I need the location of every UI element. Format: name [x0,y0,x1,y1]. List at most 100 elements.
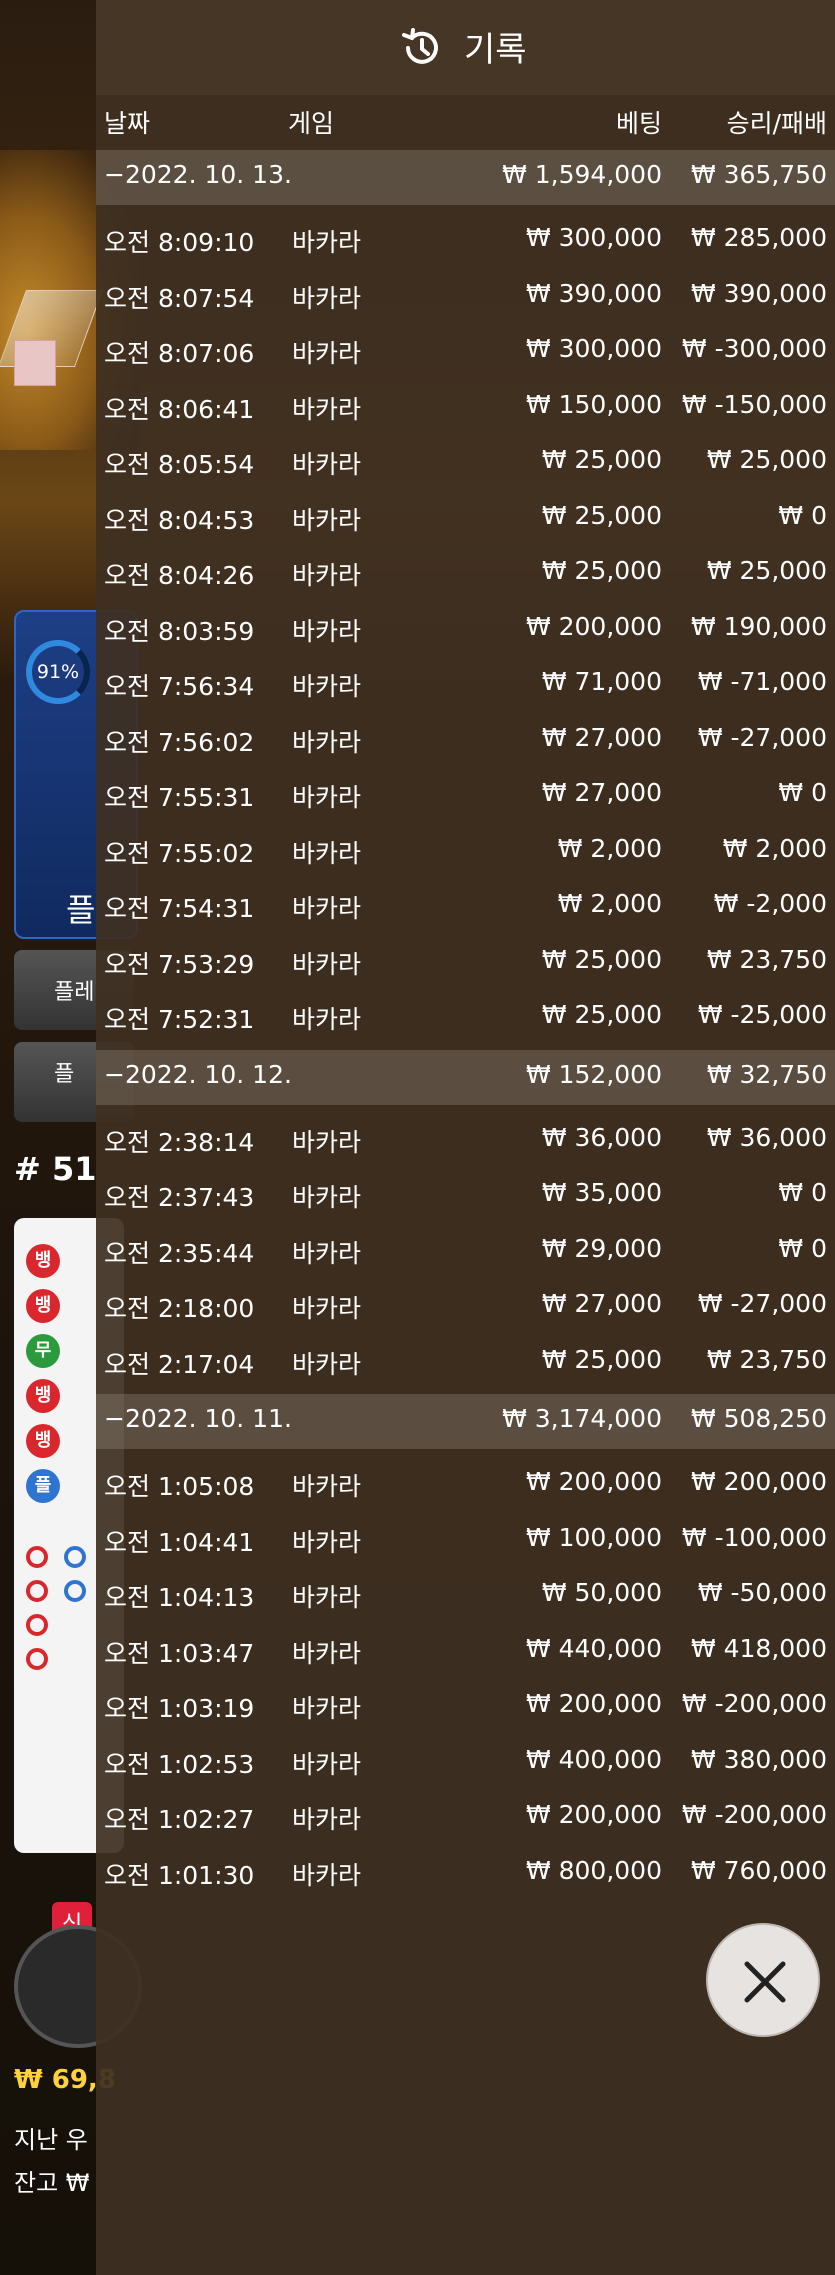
row-time: 오전 8:05:54 [104,450,255,479]
row-bet: ₩ 25,000 [541,445,662,474]
row-result: ₩ 0 [778,1178,827,1207]
group-date: −2022. 10. 13. [104,160,292,189]
row-result: ₩ -25,000 [697,1000,827,1029]
row-game: 바카라 [292,505,362,535]
row-bet: ₩ 200,000 [525,1800,662,1829]
row-game: 바카라 [292,894,362,923]
row-game: 바카라 [292,1349,362,1379]
table-row[interactable]: 오전 2:37:43 바카라 ₩ 35,000 ₩ 0 [96,1168,835,1223]
table-row[interactable]: 오전 7:53:29 바카라 ₩ 25,000 ₩ 23,750 [96,935,835,990]
road-mark [26,1648,48,1670]
row-time: 오전 1:02:53 [104,1749,255,1779]
row-time: 오전 1:03:19 [104,1694,255,1723]
row-game: 바카라 [292,1638,362,1668]
table-row[interactable]: 오전 8:07:54 바카라 ₩ 390,000 ₩ 390,000 [96,269,835,324]
row-result: ₩ 0 [778,778,827,807]
row-result: ₩ -50,000 [697,1578,827,1607]
group-result-total: ₩ 365,750 [690,160,827,189]
table-row[interactable]: 오전 8:04:26 바카라 ₩ 25,000 ₩ 25,000 [96,546,835,601]
row-bet: ₩ 50,000 [541,1578,662,1607]
row-bet: ₩ 25,000 [541,556,662,585]
table-row[interactable]: 오전 8:07:06 바카라 ₩ 300,000 ₩ -300,000 [96,324,835,379]
table-row[interactable]: 오전 1:04:41 바카라 ₩ 100,000 ₩ -100,000 [96,1513,835,1568]
row-game: 바카라 [292,1527,362,1557]
row-bet: ₩ 390,000 [525,278,662,308]
row-result: ₩ -200,000 [681,1689,827,1718]
table-row[interactable]: 오전 1:05:08 바카라 ₩ 200,000 ₩ 200,000 [96,1457,835,1512]
row-time: 오전 8:06:41 [104,394,255,424]
table-row[interactable]: 오전 7:55:02 바카라 ₩ 2,000 ₩ 2,000 [96,824,835,879]
row-time: 오전 8:09:10 [104,228,255,257]
table-row[interactable]: 오전 8:09:10 바카라 ₩ 300,000 ₩ 285,000 [96,213,835,268]
row-result: ₩ 760,000 [690,1855,827,1885]
row-result: ₩ 25,000 [706,556,827,585]
row-game: 바카라 [292,228,362,257]
table-row[interactable]: 오전 1:03:19 바카라 ₩ 200,000 ₩ -200,000 [96,1679,835,1734]
table-row[interactable]: 오전 8:06:41 바카라 ₩ 150,000 ₩ -150,000 [96,380,835,435]
column-header-bet: 베팅 [615,109,662,138]
table-row[interactable]: 오전 7:56:34 바카라 ₩ 71,000 ₩ -71,000 [96,657,835,712]
row-time: 오전 8:03:59 [104,616,255,646]
bead-road-mark: 뱅 [26,1244,60,1278]
road-mark [64,1580,86,1602]
row-bet: ₩ 200,000 [525,1689,662,1718]
row-result: ₩ -27,000 [697,1289,827,1318]
table-row[interactable]: 오전 1:01:30 바카라 ₩ 800,000 ₩ 760,000 [96,1846,835,1901]
row-bet: ₩ 29,000 [541,1233,662,1263]
bead-road-mark: 무 [26,1334,60,1368]
row-result: ₩ 200,000 [690,1467,827,1496]
table-row[interactable]: 오전 1:03:47 바카라 ₩ 440,000 ₩ 418,000 [96,1624,835,1679]
player-label: 플 [66,891,96,929]
row-game: 바카라 [292,1294,362,1323]
row-game: 바카라 [292,1860,362,1890]
table-row[interactable]: 오전 2:18:00 바카라 ₩ 27,000 ₩ -27,000 [96,1279,835,1334]
table-row[interactable]: 오전 8:05:54 바카라 ₩ 25,000 ₩ 25,000 [96,435,835,490]
road-mark [26,1546,48,1568]
table-row[interactable]: 오전 1:02:27 바카라 ₩ 200,000 ₩ -200,000 [96,1790,835,1845]
group-result-total: ₩ 508,250 [690,1404,827,1433]
row-game: 바카라 [292,283,362,313]
row-bet: ₩ 25,000 [541,944,662,974]
close-button[interactable] [706,1923,820,2037]
group-date: −2022. 10. 12. [104,1059,292,1089]
row-result: ₩ -71,000 [697,667,827,696]
table-row[interactable]: 오전 2:17:04 바카라 ₩ 25,000 ₩ 23,750 [96,1335,835,1390]
row-game: 바카라 [292,949,362,979]
table-row[interactable]: 오전 8:03:59 바카라 ₩ 200,000 ₩ 190,000 [96,602,835,657]
row-result: ₩ -2,000 [713,889,827,918]
row-time: 오전 1:04:41 [104,1527,255,1557]
table-row[interactable]: 오전 1:04:13 바카라 ₩ 50,000 ₩ -50,000 [96,1568,835,1623]
row-time: 오전 7:55:02 [104,838,255,868]
road-mark [26,1614,48,1636]
row-bet: ₩ 2,000 [557,889,662,918]
table-row[interactable]: 오전 7:56:02 바카라 ₩ 27,000 ₩ -27,000 [96,713,835,768]
table-row[interactable]: 오전 8:04:53 바카라 ₩ 25,000 ₩ 0 [96,491,835,546]
history-title: 기록 [464,30,527,70]
row-bet: ₩ 440,000 [525,1633,662,1663]
row-bet: ₩ 400,000 [525,1744,662,1774]
row-game: 바카라 [292,783,362,812]
column-header-date: 날짜 [104,109,151,138]
row-time: 오전 7:55:31 [104,783,255,812]
row-bet: ₩ 200,000 [525,1467,662,1496]
date-group-row: −2022. 10. 11. ₩ 3,174,000 ₩ 508,250 [96,1394,835,1449]
row-game: 바카라 [292,1805,362,1834]
row-result: ₩ -100,000 [681,1522,827,1552]
table-row[interactable]: 오전 2:35:44 바카라 ₩ 29,000 ₩ 0 [96,1224,835,1279]
bead-road-mark: 뱅 [26,1289,60,1323]
column-header-game: 게임 [288,109,335,138]
row-time: 오전 2:35:44 [104,1238,255,1268]
row-bet: ₩ 800,000 [525,1855,662,1885]
table-row[interactable]: 오전 7:54:31 바카라 ₩ 2,000 ₩ -2,000 [96,879,835,934]
row-time: 오전 7:53:29 [104,949,255,979]
row-game: 바카라 [292,1472,362,1501]
table-row[interactable]: 오전 2:38:14 바카라 ₩ 36,000 ₩ 36,000 [96,1113,835,1168]
row-time: 오전 7:52:31 [104,1005,255,1034]
row-bet: ₩ 150,000 [525,389,662,419]
table-row[interactable]: 오전 7:55:31 바카라 ₩ 27,000 ₩ 0 [96,768,835,823]
row-time: 오전 7:56:34 [104,672,255,701]
row-time: 오전 7:54:31 [104,894,255,923]
table-row[interactable]: 오전 7:52:31 바카라 ₩ 25,000 ₩ -25,000 [96,990,835,1045]
row-time: 오전 1:02:27 [104,1805,255,1834]
table-row[interactable]: 오전 1:02:53 바카라 ₩ 400,000 ₩ 380,000 [96,1735,835,1790]
